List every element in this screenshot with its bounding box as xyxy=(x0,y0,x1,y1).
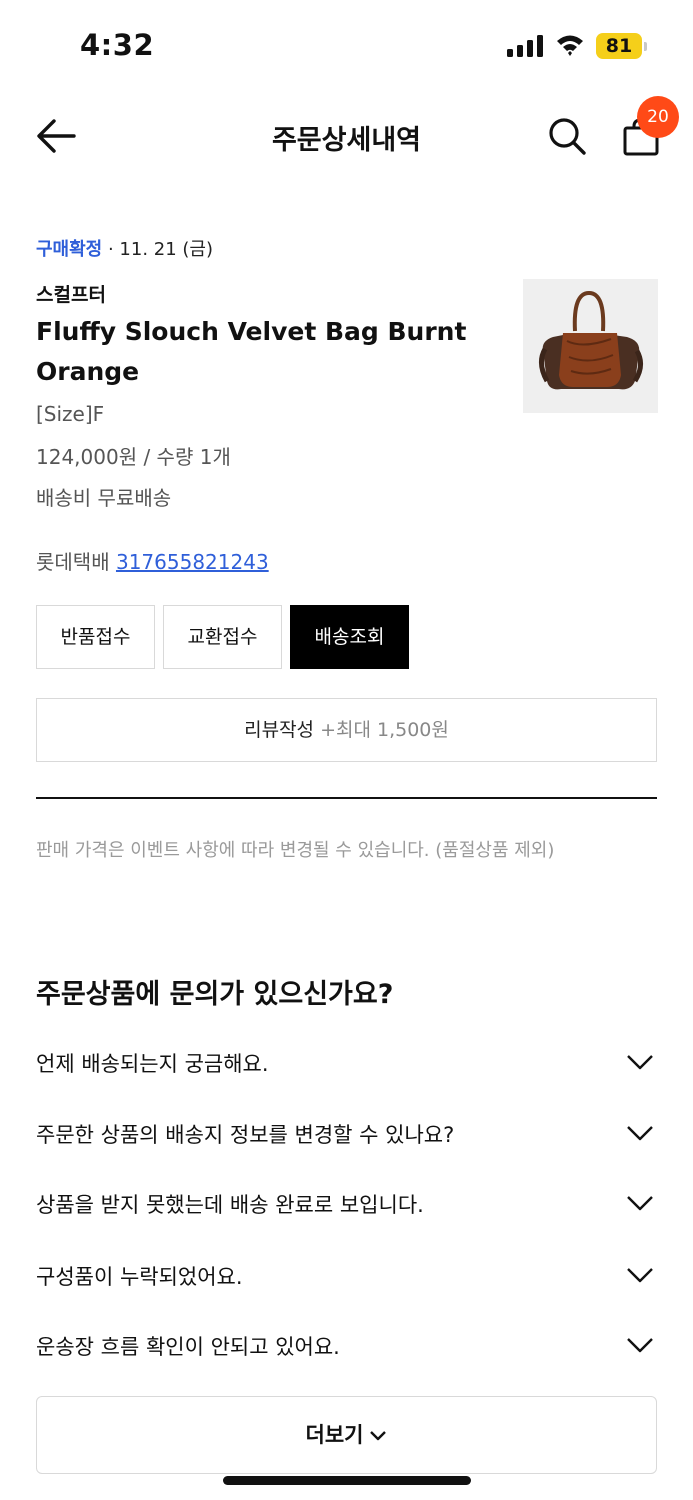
faq-question: 주문한 상품의 배송지 정보를 변경할 수 있나요? xyxy=(36,1123,455,1147)
battery-level: 81 xyxy=(605,35,633,57)
home-indicator xyxy=(223,1476,471,1485)
review-label: 리뷰작성 xyxy=(244,719,315,741)
search-icon[interactable] xyxy=(547,116,587,156)
page-title: 주문상세내역 xyxy=(271,125,422,156)
divider xyxy=(36,797,657,799)
product-image[interactable] xyxy=(523,279,658,413)
chevron-down-icon xyxy=(627,1338,653,1353)
order-date: · 11. 21 (금) xyxy=(102,239,213,260)
product-price-quantity: 124,000원 / 수량 1개 xyxy=(36,445,231,469)
faq-item[interactable]: 구성품이 누락되었어요. xyxy=(36,1245,657,1305)
brand-name[interactable]: 스컬프터 xyxy=(36,280,106,307)
battery-icon: 81 xyxy=(596,33,648,59)
tracking-info: 롯데택배 317655821243 xyxy=(36,546,269,575)
chevron-down-icon xyxy=(627,1126,653,1141)
price-notice: 판매 가격은 이벤트 사항에 따라 변경될 수 있습니다. (품절상품 제외) xyxy=(36,840,555,861)
more-button[interactable]: 더보기 xyxy=(36,1396,657,1474)
carrier-name: 롯데택배 xyxy=(36,550,110,574)
faq-question: 언제 배송되는지 궁금해요. xyxy=(36,1052,269,1076)
status-time: 4:32 xyxy=(80,28,155,62)
review-bonus: +최대 1,500원 xyxy=(320,719,449,741)
faq-item[interactable]: 주문한 상품의 배송지 정보를 변경할 수 있나요? xyxy=(36,1103,657,1163)
faq-question: 운송장 흐름 확인이 안되고 있어요. xyxy=(36,1335,340,1359)
faq-item[interactable]: 상품을 받지 못했는데 배송 완료로 보입니다. xyxy=(36,1173,657,1233)
wifi-icon xyxy=(557,35,583,56)
chevron-down-icon xyxy=(627,1268,653,1283)
order-status: 구매확정 xyxy=(36,239,103,260)
faq-item[interactable]: 언제 배송되는지 궁금해요. xyxy=(36,1032,657,1092)
signal-icon xyxy=(507,35,543,57)
tracking-number-link[interactable]: 317655821243 xyxy=(116,550,269,574)
cart-count-badge[interactable]: 20 xyxy=(637,96,679,138)
header: 주문상세내역 xyxy=(0,92,693,182)
status-bar: 4:32 81 xyxy=(0,0,693,92)
faq-title: 주문상품에 문의가 있으신가요? xyxy=(36,979,394,1010)
chevron-down-icon xyxy=(627,1196,653,1211)
exchange-request-button[interactable]: 교환접수 xyxy=(163,605,282,669)
return-request-button[interactable]: 반품접수 xyxy=(36,605,155,669)
write-review-button[interactable]: 리뷰작성 +최대 1,500원 xyxy=(36,698,657,762)
bag-image xyxy=(539,290,643,390)
product-name[interactable]: Fluffy Slouch Velvet Bag Burnt Orange xyxy=(36,312,496,392)
faq-question: 구성품이 누락되었어요. xyxy=(36,1265,243,1289)
product-option: [Size]F xyxy=(36,402,105,426)
order-item: 구매확정 · 11. 21 (금) 스컬프터 Fluffy Slouch Vel… xyxy=(36,230,658,574)
chevron-down-icon xyxy=(370,1431,387,1441)
track-delivery-button[interactable]: 배송조회 xyxy=(290,605,409,669)
faq-item[interactable]: 운송장 흐름 확인이 안되고 있어요. xyxy=(36,1315,657,1375)
more-label: 더보기 xyxy=(305,1423,364,1447)
shipping-fee: 배송비 무료배송 xyxy=(36,486,172,510)
faq-question: 상품을 받지 못했는데 배송 완료로 보입니다. xyxy=(36,1193,424,1217)
chevron-down-icon xyxy=(627,1055,653,1070)
order-status-line: 구매확정 · 11. 21 (금) xyxy=(36,230,658,270)
